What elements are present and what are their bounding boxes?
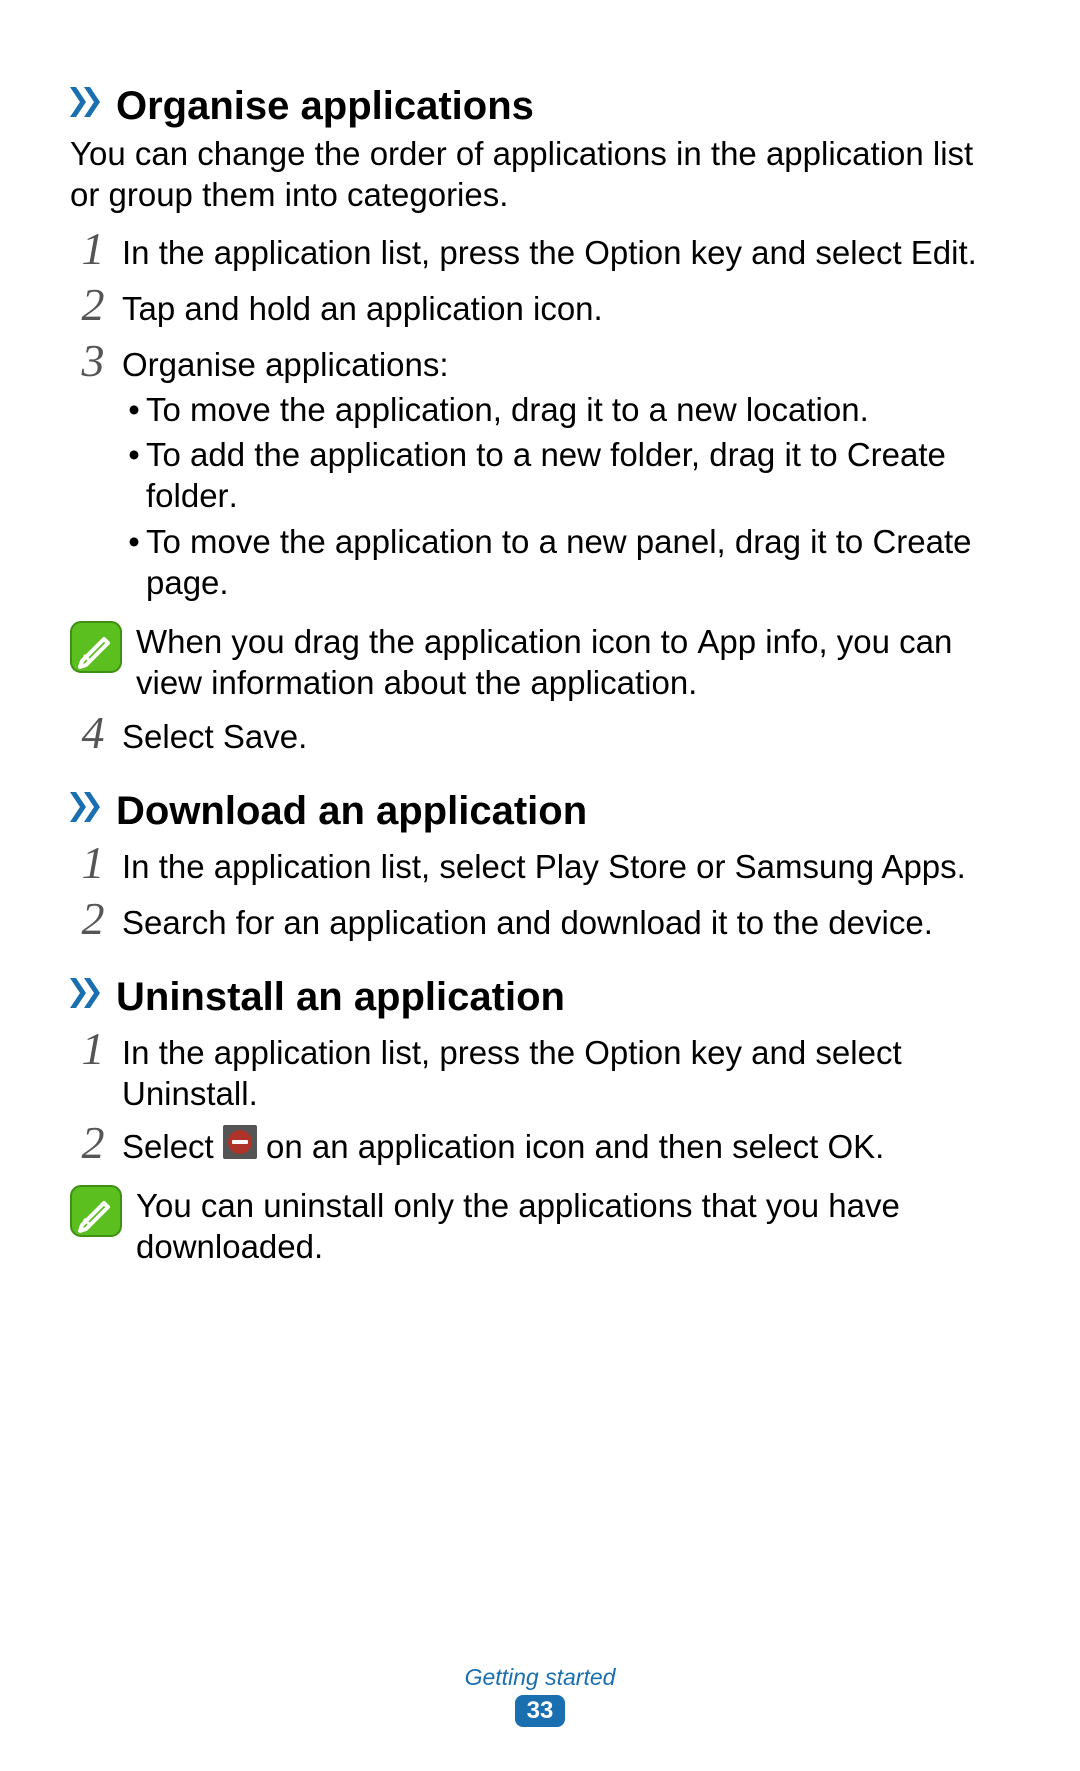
step-1: 1 In the application list, press the Opt…	[70, 1030, 1010, 1115]
bullet-text: To move the application to a new panel, …	[146, 521, 1010, 604]
bullet-item: • To move the application, drag it to a …	[122, 389, 1010, 430]
step-body: In the application list, select Play Sto…	[122, 844, 966, 887]
step-number: 1	[70, 1026, 116, 1072]
heading-uninstall: Uninstall an application	[70, 974, 1010, 1020]
bullet-list: • To move the application, drag it to a …	[122, 389, 1010, 603]
heading-download: Download an application	[70, 788, 1010, 834]
step-number: 1	[70, 840, 116, 886]
step-2: 2 Select on an application icon and then…	[70, 1124, 1010, 1171]
heading-text: Uninstall an application	[116, 974, 565, 1020]
step-number: 3	[70, 338, 116, 384]
note-block: When you drag the application icon to Ap…	[70, 621, 1010, 704]
step-2: 2 Tap and hold an application icon.	[70, 286, 1010, 332]
bullet-text: To move the application, drag it to a ne…	[146, 389, 1010, 430]
intro-text: You can change the order of applications…	[70, 133, 1010, 216]
remove-badge-icon	[223, 1125, 257, 1168]
bullet-item: • To add the application to a new folder…	[122, 434, 1010, 517]
step-intro: Organise applications:	[122, 344, 1010, 385]
manual-page: Organise applications You can change the…	[0, 0, 1080, 1771]
step-number: 1	[70, 226, 116, 272]
heading-text: Download an application	[116, 788, 587, 834]
step-number: 2	[70, 1120, 116, 1166]
heading-chevrons-icon	[70, 978, 104, 1008]
footer-section-name: Getting started	[0, 1664, 1080, 1691]
step-3: 3 Organise applications: • To move the a…	[70, 342, 1010, 608]
note-text: You can uninstall only the applications …	[136, 1185, 1010, 1268]
step-body: Search for an application and download i…	[122, 900, 933, 943]
heading-organise: Organise applications	[70, 83, 1010, 129]
note-icon	[70, 621, 122, 678]
step-body: Select Save.	[122, 714, 307, 757]
bullet-dot-icon: •	[122, 521, 146, 562]
step-body: In the application list, press the Optio…	[122, 230, 977, 273]
heading-chevrons-icon	[70, 87, 104, 117]
bullet-item: • To move the application to a new panel…	[122, 521, 1010, 604]
heading-text: Organise applications	[116, 83, 534, 129]
step-2: 2 Search for an application and download…	[70, 900, 1010, 946]
bullet-text: To add the application to a new folder, …	[146, 434, 1010, 517]
step-body: In the application list, press the Optio…	[122, 1030, 1010, 1115]
page-number-badge: 33	[515, 1695, 565, 1727]
step-1: 1 In the application list, select Play S…	[70, 844, 1010, 890]
step-1: 1 In the application list, press the Opt…	[70, 230, 1010, 276]
bullet-dot-icon: •	[122, 389, 146, 430]
step-4: 4 Select Save.	[70, 714, 1010, 760]
step-body: Organise applications: • To move the app…	[122, 342, 1010, 608]
bullet-dot-icon: •	[122, 434, 146, 475]
note-icon	[70, 1185, 122, 1242]
step-number: 2	[70, 282, 116, 328]
page-footer: Getting started 33	[0, 1664, 1080, 1727]
step-body: Tap and hold an application icon.	[122, 286, 603, 329]
step-number: 4	[70, 710, 116, 756]
step-number: 2	[70, 896, 116, 942]
heading-chevrons-icon	[70, 792, 104, 822]
note-block: You can uninstall only the applications …	[70, 1185, 1010, 1268]
step-body: Select on an application icon and then s…	[122, 1124, 884, 1171]
note-text: When you drag the application icon to Ap…	[136, 621, 1010, 704]
